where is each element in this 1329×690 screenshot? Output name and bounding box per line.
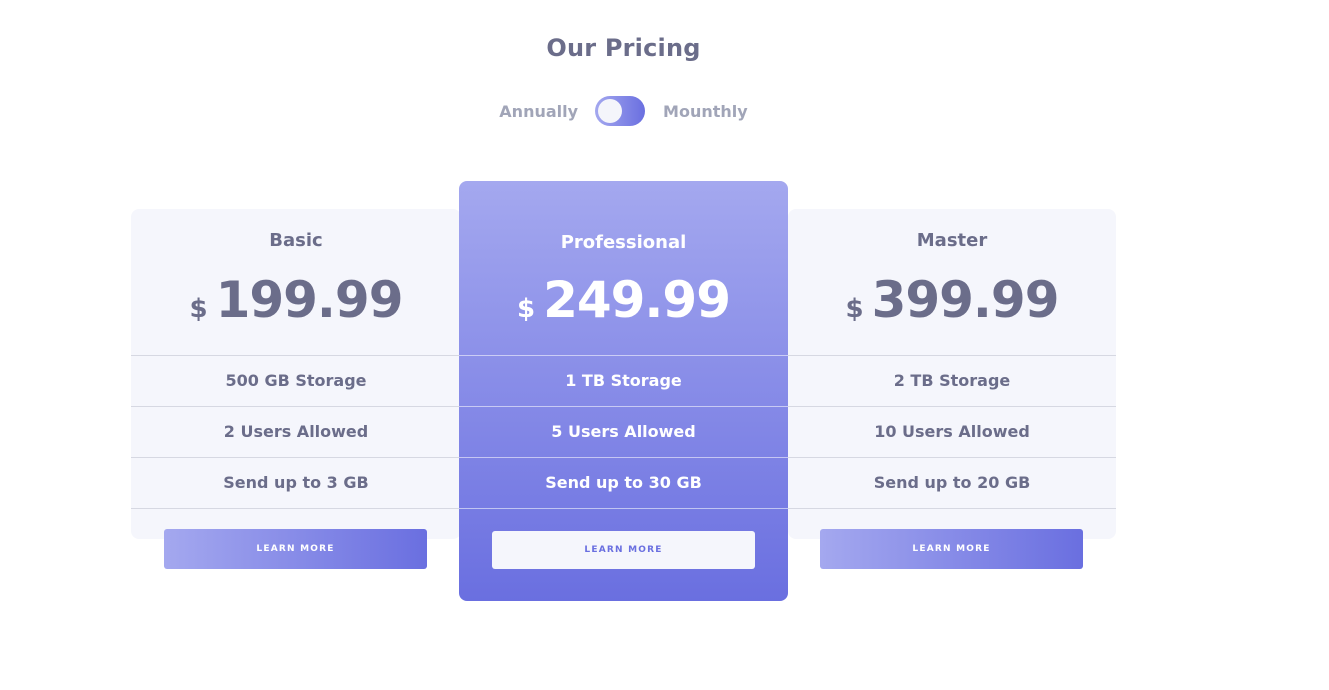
feature-item: Send up to 30 GB [459,457,788,509]
feature-item: 2 TB Storage [788,355,1116,406]
price-amount: 249.99 [543,271,731,329]
pricing-card-basic: Basic $ 199.99 500 GB Storage 2 Users Al… [131,209,461,569]
learn-more-button-basic[interactable]: LEARN MORE [164,529,427,569]
plan-name: Master [916,230,988,251]
currency-symbol: $ [845,294,864,324]
feature-item: 1 TB Storage [459,355,788,406]
feature-item: Send up to 20 GB [788,457,1116,509]
feature-list: 500 GB Storage 2 Users Allowed Send up t… [131,355,461,509]
monthly-label[interactable]: Mounthly [663,102,748,121]
feature-item: 2 Users Allowed [131,406,461,457]
billing-toggle-switch[interactable] [595,96,646,126]
plan-price: $ 249.99 [459,271,788,329]
plan-price: $ 199.99 [131,271,461,329]
pricing-card-professional: Professional $ 249.99 1 TB Storage 5 Use… [459,181,788,601]
feature-list: 1 TB Storage 5 Users Allowed Send up to … [459,355,788,509]
feature-list: 2 TB Storage 10 Users Allowed Send up to… [788,355,1116,509]
page-title: Our Pricing [546,34,701,62]
plan-price: $ 399.99 [788,271,1116,329]
price-amount: 199.99 [215,271,404,329]
feature-item: 500 GB Storage [131,355,461,406]
currency-symbol: $ [516,294,536,324]
plan-name: Professional [560,232,687,253]
currency-symbol: $ [189,294,208,324]
learn-more-button-professional[interactable]: LEARN MORE [492,531,755,569]
price-amount: 399.99 [871,271,1060,329]
plan-name: Basic [269,230,323,251]
feature-item: 10 Users Allowed [788,406,1116,457]
billing-toggle-row: Annually Mounthly [0,96,1247,126]
feature-item: Send up to 3 GB [131,457,461,509]
annually-label[interactable]: Annually [499,102,578,121]
toggle-knob[interactable] [598,99,623,123]
feature-item: 5 Users Allowed [459,406,788,457]
pricing-card-master: Master $ 399.99 2 TB Storage 10 Users Al… [788,209,1116,569]
pricing-page: Our Pricing Annually Mounthly Basic $ 19… [0,0,1329,690]
learn-more-button-master[interactable]: LEARN MORE [820,529,1083,569]
